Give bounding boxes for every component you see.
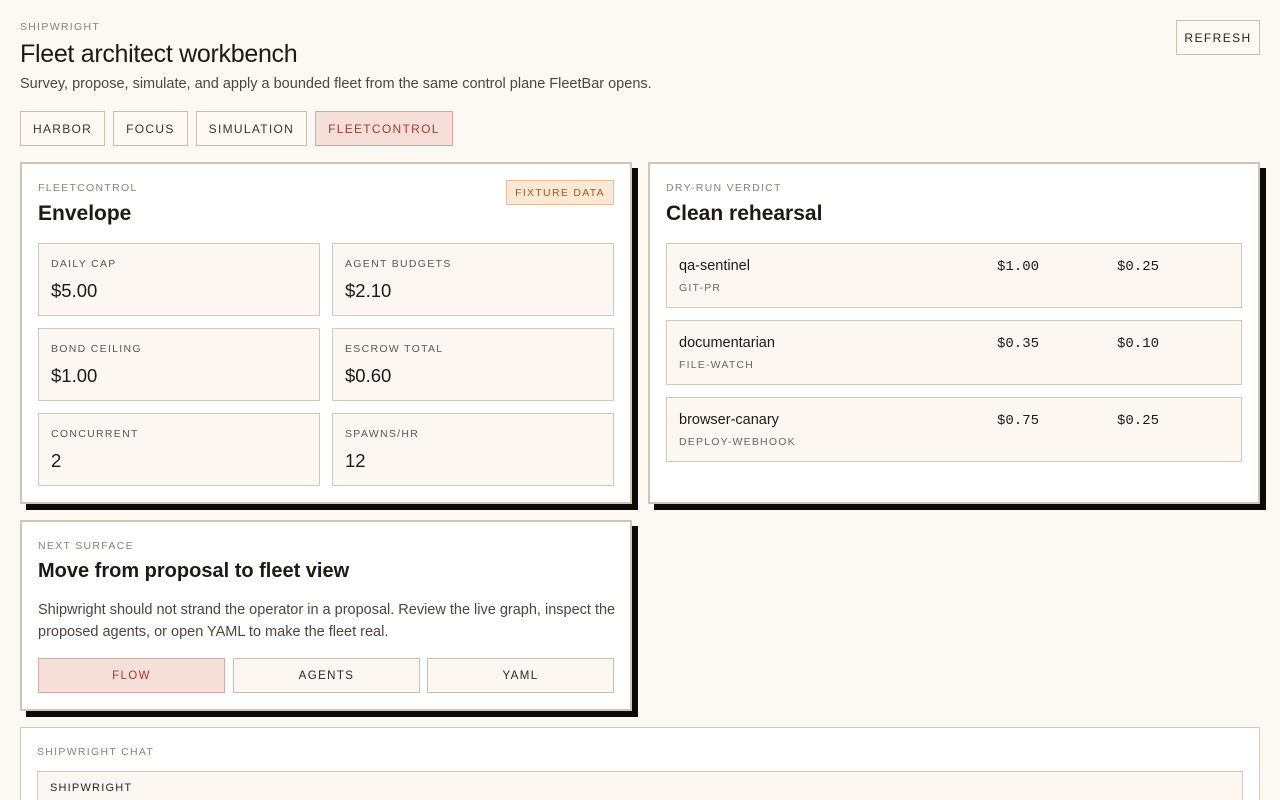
agent-name: browser-canary [679, 412, 779, 428]
agent-row[interactable]: documentarian FILE-WATCH $0.35 $0.10 [666, 320, 1242, 385]
next-surface-body: Shipwright should not strand the operato… [38, 602, 616, 640]
stat-value: 2 [51, 450, 62, 471]
stat-value: $2.10 [345, 280, 392, 301]
chat-message-author: SHIPWRIGHT [50, 782, 133, 794]
yaml-button[interactable]: YAML [427, 658, 614, 693]
stat-escrow-total: ESCROW TOTAL $0.60 [332, 328, 614, 401]
stat-daily-cap: DAILY CAP $5.00 [38, 243, 320, 316]
stat-concurrent: CONCURRENT 2 [38, 413, 320, 486]
agent-cost-secondary: $0.25 [1117, 259, 1160, 275]
stat-bond-ceiling: BOND CEILING $1.00 [38, 328, 320, 401]
stat-label: DAILY CAP [51, 258, 117, 270]
verdict-eyebrow: DRY-RUN VERDICT [666, 182, 782, 194]
page-title: Fleet architect workbench [20, 40, 298, 68]
chat-panel: SHIPWRIGHT CHAT SHIPWRIGHT [20, 727, 1260, 800]
stat-label: CONCURRENT [51, 428, 139, 440]
tab-bar: HARBOR FOCUS SIMULATION FLEETCONTROL [20, 111, 453, 146]
page-subtitle: Survey, propose, simulate, and apply a b… [20, 76, 652, 92]
chat-eyebrow: SHIPWRIGHT CHAT [37, 746, 155, 758]
envelope-eyebrow: FLEETCONTROL [38, 182, 138, 194]
tab-harbor[interactable]: HARBOR [20, 111, 106, 146]
agent-cost-secondary: $0.10 [1117, 336, 1160, 352]
next-surface-eyebrow: NEXT SURFACE [38, 540, 134, 552]
next-surface-title: Move from proposal to fleet view [38, 560, 350, 582]
agent-trigger: FILE-WATCH [679, 359, 754, 371]
agent-row[interactable]: browser-canary DEPLOY-WEBHOOK $0.75 $0.2… [666, 397, 1242, 462]
envelope-card: FLEETCONTROL Envelope FIXTURE DATA DAILY… [20, 162, 632, 504]
stat-value: 12 [345, 450, 366, 471]
stat-label: ESCROW TOTAL [345, 343, 444, 355]
stat-value: $5.00 [51, 280, 98, 301]
stat-agent-budgets: AGENT BUDGETS $2.10 [332, 243, 614, 316]
agent-row[interactable]: qa-sentinel GIT-PR $1.00 $0.25 [666, 243, 1242, 308]
envelope-title: Envelope [38, 202, 132, 225]
agents-button[interactable]: AGENTS [233, 658, 420, 693]
chat-message: SHIPWRIGHT [37, 771, 1243, 800]
tab-simulation[interactable]: SIMULATION [195, 111, 308, 146]
agent-trigger: DEPLOY-WEBHOOK [679, 436, 796, 448]
stat-value: $0.60 [345, 365, 392, 386]
flow-button[interactable]: FLOW [38, 658, 225, 693]
agent-cost-primary: $0.35 [997, 336, 1040, 352]
stat-label: AGENT BUDGETS [345, 258, 452, 270]
next-surface-card: NEXT SURFACE Move from proposal to fleet… [20, 520, 632, 711]
agent-cost-primary: $0.75 [997, 413, 1040, 429]
agent-cost-secondary: $0.25 [1117, 413, 1160, 429]
stat-spawns-per-hour: SPAWNS/HR 12 [332, 413, 614, 486]
verdict-card: DRY-RUN VERDICT Clean rehearsal qa-senti… [648, 162, 1260, 504]
stat-label: BOND CEILING [51, 343, 142, 355]
stat-value: $1.00 [51, 365, 98, 386]
agent-name: qa-sentinel [679, 258, 750, 274]
brand-label: SHIPWRIGHT [20, 21, 101, 33]
agent-trigger: GIT-PR [679, 282, 722, 294]
verdict-title: Clean rehearsal [666, 202, 823, 225]
tab-focus[interactable]: FOCUS [113, 111, 188, 146]
agent-cost-primary: $1.00 [997, 259, 1040, 275]
refresh-button[interactable]: REFRESH [1176, 20, 1260, 55]
stat-label: SPAWNS/HR [345, 428, 420, 440]
tab-fleetcontrol[interactable]: FLEETCONTROL [315, 111, 453, 146]
agent-name: documentarian [679, 335, 775, 351]
fixture-data-badge: FIXTURE DATA [506, 180, 614, 205]
